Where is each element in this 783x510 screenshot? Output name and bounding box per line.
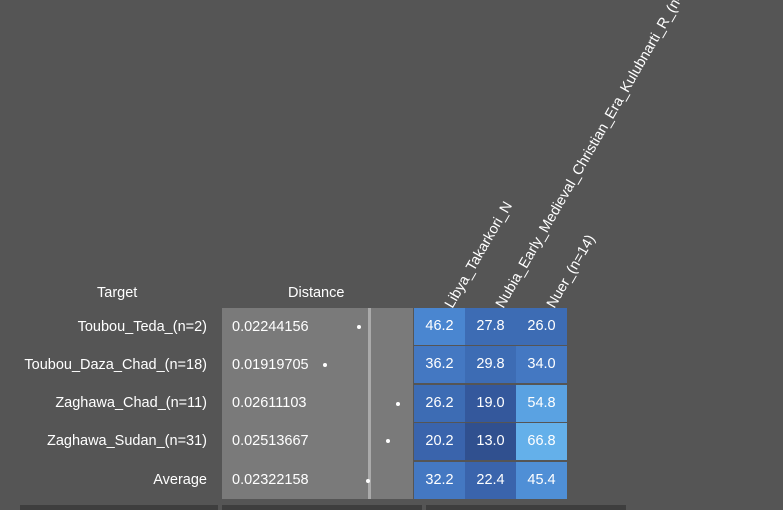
average-distance-value: 0.02322158 <box>232 472 309 488</box>
average-cell: 45.4 <box>516 462 567 499</box>
column-header-nubia-kulubnarti[interactable]: Nubia_Early_Medieval_Christian_Era_Kulub… <box>493 0 698 311</box>
average-cell: 32.2 <box>414 462 465 499</box>
row-target-label: Toubou_Daza_Chad_(n=18) <box>24 357 207 373</box>
distance-value: 0.02611103 <box>232 395 307 411</box>
distance-reference-line <box>368 308 371 499</box>
heatmap-cell: 66.8 <box>516 423 567 460</box>
bottom-panel-segment[interactable] <box>20 505 218 510</box>
distance-dot <box>323 363 327 367</box>
heatmap-cell: 20.2 <box>414 423 465 460</box>
heatmap-cell: 29.8 <box>465 346 516 383</box>
heatmap-cell: 34.0 <box>516 346 567 383</box>
row-target-label: Zaghawa_Sudan_(n=31) <box>46 433 207 449</box>
bottom-panel-segment[interactable] <box>222 505 422 510</box>
distance-dot <box>396 402 400 406</box>
heatmap-cell: 13.0 <box>465 423 516 460</box>
heatmap-cell: 26.2 <box>414 385 465 422</box>
heatmap-cell: 46.2 <box>414 308 465 345</box>
row-target-label: Zaghawa_Chad_(n=11) <box>55 395 207 411</box>
distance-header[interactable]: Distance <box>288 285 344 301</box>
average-label: Average <box>153 472 207 488</box>
heatmap-cell: 36.2 <box>414 346 465 383</box>
heatmap-cell: 27.8 <box>465 308 516 345</box>
target-header: Target <box>97 285 138 301</box>
heatmap-cell: 19.0 <box>465 385 516 422</box>
distance-dot <box>386 439 390 443</box>
distance-value: 0.01919705 <box>232 357 309 373</box>
heatmap-cell: 54.8 <box>516 385 567 422</box>
distance-value: 0.02513667 <box>232 433 309 449</box>
distance-dot <box>357 325 361 329</box>
distance-value: 0.02244156 <box>232 319 309 335</box>
distance-dot <box>366 479 370 483</box>
heatmap-cell: 26.0 <box>516 308 567 345</box>
bottom-panel-segment[interactable] <box>426 505 626 510</box>
average-cell: 22.4 <box>465 462 516 499</box>
column-header-nuer[interactable]: Nuer_(n=14) <box>544 232 599 311</box>
row-target-label: Toubou_Teda_(n=2) <box>77 319 207 335</box>
